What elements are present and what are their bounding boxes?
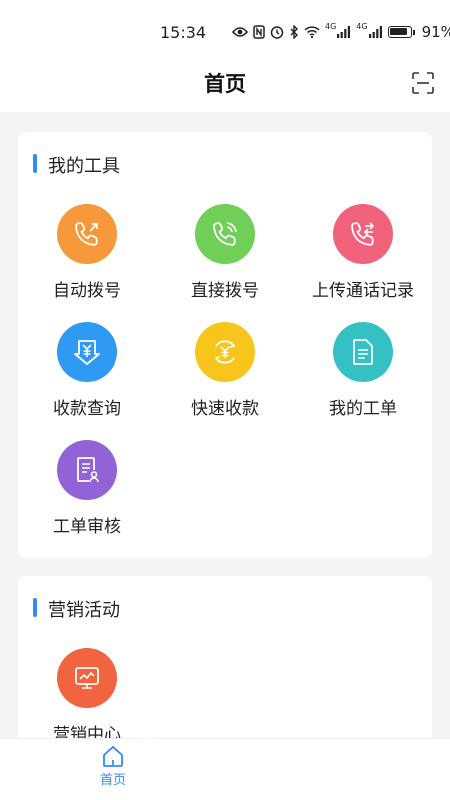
calling-phone-icon [195,204,255,264]
eye-icon [232,27,248,37]
nfc-icon [253,25,265,39]
wifi-icon [304,26,320,38]
battery-icon [387,26,412,38]
tool-upload-call-log[interactable]: 上传通话记录 [294,204,432,301]
tools-section-title: 我的工具 [48,156,120,177]
tool-auto-dial[interactable]: 自动拨号 [18,204,156,301]
tool-label: 收款查询 [53,399,121,419]
section-accent-bar [33,154,37,173]
tool-label: 快速收款 [191,399,259,419]
status-icons: 4G 4G 91% [232,22,450,42]
section-accent-bar [33,598,37,617]
top-app-bar: 首页 [0,56,450,112]
yuan-exchange-icon [195,322,255,382]
signal-icon-1 [337,26,351,38]
scan-icon[interactable] [412,72,434,94]
doc-review-icon [57,440,117,500]
status-bar: 15:34 4G 4G 91% [0,0,450,64]
signal-icon-2 [368,26,382,38]
tool-work-order-review[interactable]: 工单审核 [18,440,156,537]
tool-label: 上传通话记录 [312,281,414,301]
marketing-section-title: 营销活动 [48,600,120,621]
tool-payment-query[interactable]: 收款查询 [18,322,156,419]
tab-home-label: 首页 [99,773,126,788]
network-type-1: 4G [325,22,337,31]
swipe-gesture-overlay [120,700,170,760]
bottom-tab-bar: 首页 [0,738,450,800]
page-title: 首页 [204,72,246,96]
tool-quick-payment[interactable]: 快速收款 [156,322,294,419]
outgoing-call-icon [57,204,117,264]
tool-label: 自动拨号 [53,281,121,301]
status-time: 15:34 [160,23,207,42]
tool-label: 我的工单 [329,399,397,419]
tool-label: 直接拨号 [191,281,259,301]
battery-percent: 91% [421,23,450,41]
tool-my-work-orders[interactable]: 我的工单 [294,322,432,419]
tools-card: 我的工具 自动拨号 直接拨号 上传通话记录 收款查询 快速收款 我的工单 工单审… [18,132,432,558]
bluetooth-icon [290,25,298,39]
document-icon [333,322,393,382]
tool-direct-dial[interactable]: 直接拨号 [156,204,294,301]
call-transfer-icon [333,204,393,264]
alarm-icon [270,26,284,39]
network-type-2: 4G [356,22,368,31]
tool-label: 工单审核 [53,517,121,537]
yuan-down-icon [57,322,117,382]
